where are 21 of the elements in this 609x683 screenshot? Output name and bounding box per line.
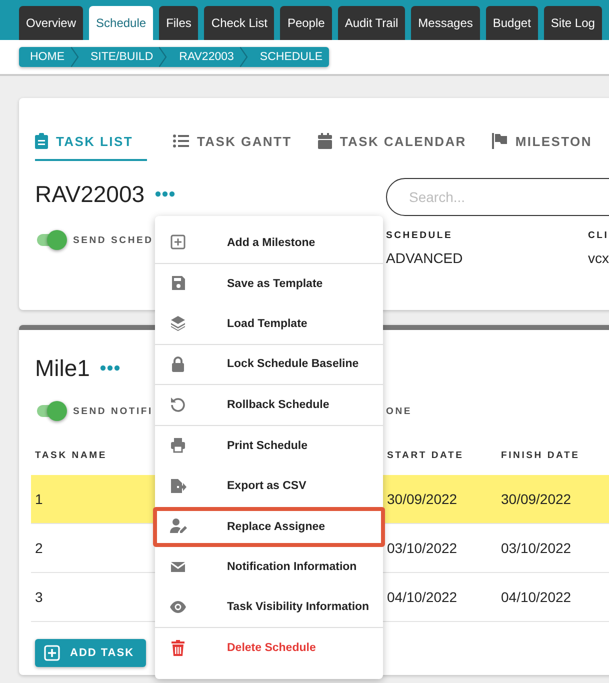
column-header: START DATE: [387, 450, 465, 460]
table-cell-text: 2: [35, 540, 44, 556]
table-cell-text: 30/09/2022: [501, 491, 572, 507]
info-value: ADVANCED: [386, 250, 464, 266]
toggle-label: SEND SCHED: [73, 234, 154, 246]
table-cell-text: 30/09/2022: [387, 491, 458, 507]
column-label: ONE: [386, 406, 413, 416]
info-value: vcx: [588, 250, 609, 266]
column-header: TASK NAME: [35, 450, 108, 460]
table-cell-text: 03/10/2022: [387, 540, 458, 556]
table-cell-text: 03/10/2022: [501, 540, 572, 556]
table-cell-text: 04/10/2022: [501, 589, 572, 605]
info-label: SCHEDULE: [386, 230, 454, 241]
info-label: CLI: [588, 230, 609, 241]
toggle-label: SEND NOTIFI: [73, 406, 153, 416]
table-cell-text: 3: [35, 589, 44, 605]
schedule-title: RAV22003: [35, 180, 145, 208]
column-header: FINISH DATE: [501, 450, 581, 460]
milestone-title: Mile1: [35, 354, 90, 382]
table-cell-text: 04/10/2022: [387, 589, 458, 605]
table-cell-text: 1: [35, 491, 44, 507]
